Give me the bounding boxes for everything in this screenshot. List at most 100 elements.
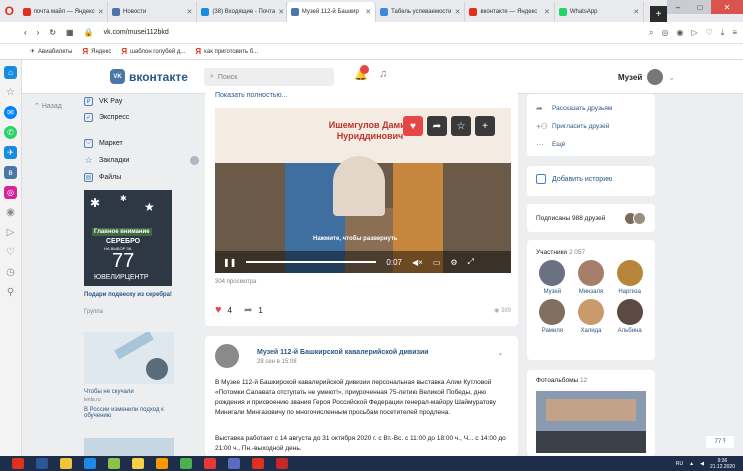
- opera-logo-icon[interactable]: O: [0, 0, 19, 22]
- like-icon[interactable]: ♥: [403, 116, 423, 136]
- bookmark-1[interactable]: Я Яндекс: [82, 47, 111, 56]
- share-icon[interactable]: ➦: [427, 116, 447, 136]
- more-link[interactable]: ··· Ещё: [527, 135, 655, 153]
- ad-title[interactable]: Чтобы не скучали: [84, 389, 134, 395]
- album-cover[interactable]: [536, 391, 646, 453]
- nav-files[interactable]: ▤ Файлы: [84, 173, 199, 182]
- add-icon[interactable]: +: [475, 116, 495, 136]
- add-story-button[interactable]: Добавить историю: [527, 166, 655, 192]
- home-icon[interactable]: ⌂: [4, 66, 17, 79]
- reload-icon[interactable]: ↻: [49, 28, 56, 37]
- clock[interactable]: 9:36 21.12.2020: [710, 458, 735, 470]
- close-icon[interactable]: ✕: [187, 8, 193, 16]
- ad-title[interactable]: В России изменили подход к обучению: [84, 407, 174, 419]
- nav-vkpay[interactable]: ₽ VK Pay: [84, 97, 199, 106]
- volume-icon[interactable]: ◀×: [412, 258, 423, 267]
- search-icon[interactable]: ⌕: [649, 28, 653, 38]
- instagram-icon[interactable]: ◎: [4, 186, 17, 199]
- close-icon[interactable]: ✕: [278, 8, 284, 16]
- minimize-icon[interactable]: –: [667, 0, 690, 14]
- ad-title[interactable]: Подари подвеску из серебра!: [84, 292, 179, 298]
- explorer-icon[interactable]: [60, 458, 72, 469]
- media-icon[interactable]: [156, 458, 168, 469]
- word-icon[interactable]: [36, 458, 48, 469]
- zoom-badge[interactable]: 77 ⤒: [706, 436, 734, 448]
- nav-market[interactable]: ⛉ Маркет: [84, 139, 199, 148]
- subscribed-friends[interactable]: Подписаны 988 друзей: [527, 204, 655, 232]
- url-field[interactable]: vk.com/musei112bkd: [104, 29, 169, 36]
- participants-header[interactable]: Участники 2 057: [527, 240, 655, 260]
- pause-icon[interactable]: ❚❚: [223, 258, 236, 267]
- maximize-icon[interactable]: □: [689, 0, 712, 14]
- heart-icon[interactable]: ♡: [4, 246, 17, 259]
- avatar[interactable]: [215, 344, 239, 368]
- tab-1[interactable]: Новости ✕: [108, 2, 198, 22]
- nav-bookmarks[interactable]: ☆ Закладки: [84, 155, 199, 165]
- search-input[interactable]: ⌕ Поиск: [204, 68, 334, 86]
- close-icon[interactable]: ✕: [365, 8, 371, 16]
- ad-image-silver[interactable]: ✱ ★ ✱ Главное внимание СЕРЕБРО НА ВЫБОР …: [84, 190, 172, 286]
- close-icon[interactable]: ✕: [98, 8, 104, 16]
- star-icon[interactable]: ☆: [451, 116, 471, 136]
- close-icon[interactable]: ✕: [455, 8, 461, 16]
- folder-icon[interactable]: [132, 458, 144, 469]
- app-icon[interactable]: [108, 458, 120, 469]
- send-icon[interactable]: ▷: [691, 28, 697, 38]
- send-icon[interactable]: ▷: [4, 226, 17, 239]
- post-author[interactable]: Музей 112-й Башкирской кавалерийской див…: [257, 349, 429, 356]
- music-icon[interactable]: ♫: [379, 68, 387, 80]
- window-close-icon[interactable]: ✕: [711, 0, 743, 14]
- chevron-down-icon[interactable]: ⌄: [497, 348, 504, 357]
- participant[interactable]: Музей: [533, 260, 572, 295]
- menu-icon[interactable]: ≡: [732, 28, 737, 38]
- new-tab-button[interactable]: +: [650, 6, 668, 22]
- history-icon[interactable]: ◷: [4, 266, 17, 279]
- close-icon[interactable]: ✕: [633, 8, 639, 16]
- heart-icon[interactable]: ♡: [706, 28, 713, 38]
- tab-5[interactable]: вконтакте — Яндекс ✕: [465, 2, 555, 22]
- close-icon[interactable]: ✕: [544, 8, 550, 16]
- bookmark-0[interactable]: ✈ Авиабилеты: [30, 48, 72, 56]
- participant[interactable]: Минзаля: [572, 260, 611, 295]
- participant[interactable]: Альбина: [610, 299, 649, 334]
- whatsapp-icon[interactable]: ✆: [4, 126, 17, 139]
- opera-icon[interactable]: [12, 458, 24, 469]
- tabs-grid-icon[interactable]: ▦: [66, 28, 74, 37]
- video-player[interactable]: Ишемгулов Дамир Нуриддинович ♥ ➦ ☆ + Наж…: [215, 108, 511, 273]
- yandex-icon[interactable]: [252, 458, 264, 469]
- music-icon[interactable]: ◉: [4, 206, 17, 219]
- opera-icon[interactable]: [276, 458, 288, 469]
- show-more-link[interactable]: Показать полностью...: [215, 92, 288, 99]
- participant[interactable]: Халида: [572, 299, 611, 334]
- tab-6[interactable]: WhatsApp ✕: [555, 2, 645, 22]
- settings-icon[interactable]: ⚙: [450, 258, 457, 267]
- volume-icon[interactable]: ◀: [700, 461, 704, 467]
- back-link[interactable]: ⌃ Назад: [34, 102, 62, 110]
- camera-icon[interactable]: ◎: [661, 28, 668, 38]
- pip-icon[interactable]: ▭: [433, 258, 441, 267]
- bookmark-3[interactable]: Якак приготовить б...: [195, 47, 258, 56]
- share-icon[interactable]: ➦: [244, 305, 252, 316]
- star-icon[interactable]: ☆: [4, 86, 17, 99]
- opera-icon[interactable]: [204, 458, 216, 469]
- tab-4[interactable]: Табель успеваемости ✕: [376, 2, 466, 22]
- post-date[interactable]: 28 сен в 15:08: [257, 359, 297, 365]
- participant[interactable]: Наргиза: [610, 260, 649, 295]
- app-icon[interactable]: [180, 458, 192, 469]
- like-icon[interactable]: ♥: [215, 304, 222, 316]
- forward-arrow-icon[interactable]: ›: [37, 28, 40, 37]
- share-link[interactable]: ➦ Рассказать друзьям: [527, 99, 655, 117]
- bookmark-2[interactable]: Яшаблон голубей д...: [121, 47, 185, 56]
- ie-icon[interactable]: [84, 458, 96, 469]
- tab-2[interactable]: (38) Входящие - Почта ✕: [197, 2, 287, 22]
- nav-express[interactable]: ➶ Экспресс: [84, 113, 199, 122]
- shield-icon[interactable]: ◉: [676, 28, 683, 38]
- messenger-icon[interactable]: ✉: [4, 106, 17, 119]
- tab-0[interactable]: почта майл — Яндекс ✕: [19, 2, 109, 22]
- participant[interactable]: Рамиля: [533, 299, 572, 334]
- user-menu[interactable]: Музей ⌄: [618, 69, 675, 85]
- download-icon[interactable]: ⤓: [721, 28, 725, 38]
- vk-logo[interactable]: VK вконтакте: [110, 69, 188, 84]
- telegram-icon[interactable]: ✈: [4, 146, 17, 159]
- network-icon[interactable]: ▲: [689, 461, 694, 467]
